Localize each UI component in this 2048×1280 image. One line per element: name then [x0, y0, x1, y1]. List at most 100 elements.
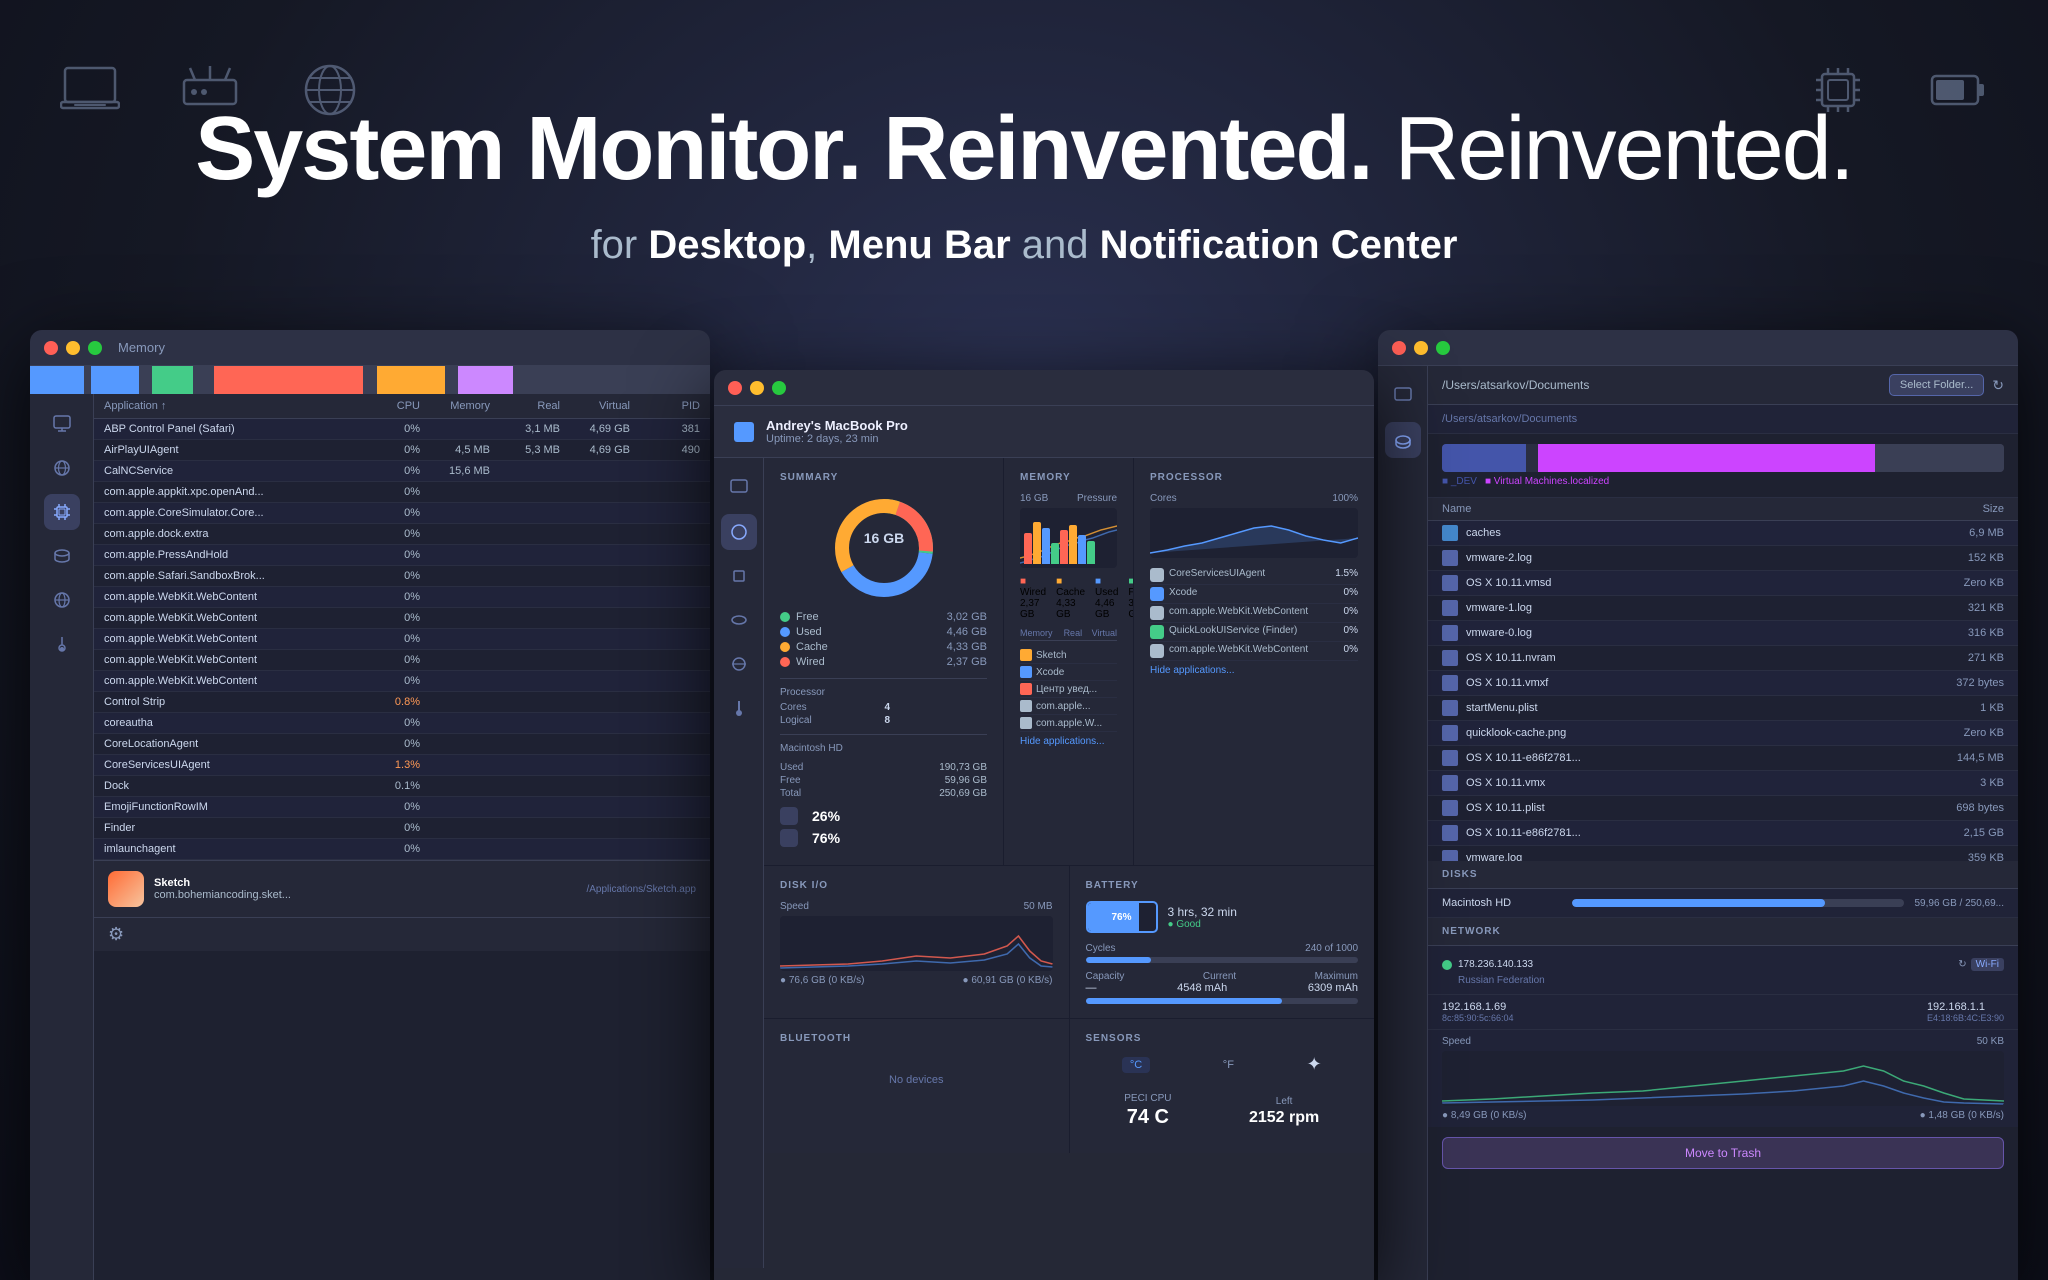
legend-wired: Wired 2,37 GB — [780, 656, 987, 668]
macbook-brand-icon — [734, 422, 754, 442]
file-row[interactable]: vmware-0.log 316 KB — [1428, 621, 2018, 646]
table-row[interactable]: Dock 0.1% — [94, 776, 710, 797]
table-row[interactable]: com.apple.WebKit.WebContent 0% — [94, 650, 710, 671]
file-row[interactable]: OS X 10.11-e86f2781... 144,5 MB — [1428, 746, 2018, 771]
dock-app-item[interactable]: Sketch com.bohemiancoding.sket... /Appli… — [94, 860, 710, 917]
sidebar-icon-network[interactable] — [44, 450, 80, 486]
mid-sidebar-globe[interactable] — [721, 514, 757, 550]
sidebar-icon-temp[interactable] — [44, 626, 80, 662]
file-row[interactable]: OS X 10.11.vmsd Zero KB — [1428, 571, 2018, 596]
process-name: CalNCService — [104, 465, 350, 477]
tl-minimize-right[interactable] — [1414, 341, 1428, 355]
dock-app-path: /Applications/Sketch.app — [586, 884, 696, 895]
table-row[interactable]: com.apple.PressAndHold 0% — [94, 545, 710, 566]
table-row[interactable]: com.apple.WebKit.WebContent 0% — [94, 587, 710, 608]
settings-bar: ⚙ — [94, 917, 710, 951]
right-sb-monitor[interactable] — [1385, 378, 1421, 414]
mid-sidebar-temp2[interactable] — [721, 690, 757, 726]
tl-close[interactable] — [44, 341, 58, 355]
proc-svg — [1150, 508, 1358, 558]
select-folder-btn[interactable]: Select Folder... — [1889, 374, 1984, 396]
table-row[interactable]: coreautha 0% — [94, 713, 710, 734]
hd-used-row: Used 190,73 GB — [780, 762, 987, 773]
refresh-icon[interactable]: ↻ — [1992, 377, 2004, 394]
tl-maximize-mid[interactable] — [772, 381, 786, 395]
tl-maximize[interactable] — [88, 341, 102, 355]
sidebar-icon-disk[interactable] — [44, 538, 80, 574]
right-sb-disk[interactable] — [1385, 422, 1421, 458]
summary-pcts: 26% 76% — [780, 807, 987, 847]
local-ip1-addr: 192.168.1.69 — [1442, 1001, 1514, 1013]
table-row[interactable]: com.apple.CoreSimulator.Core... 0% — [94, 503, 710, 524]
table-row[interactable]: com.apple.dock.extra 0% — [94, 524, 710, 545]
sidebar-icon-monitor[interactable] — [44, 406, 80, 442]
capacity-bar-wrap — [1086, 998, 1359, 1004]
unit-f-btn[interactable]: °F — [1223, 1059, 1234, 1071]
network-chart-section: Speed 50 KB ● 8,49 GB (0 KB/s) ● 1,48 GB… — [1428, 1030, 2018, 1127]
file-name: OS X 10.11.vmsd — [1466, 577, 1924, 589]
proc-row-icon — [1150, 568, 1164, 582]
move-to-trash-btn[interactable]: Move to Trash — [1442, 1137, 2004, 1169]
table-row[interactable]: Control Strip 0.8% — [94, 692, 710, 713]
network-refresh-icon[interactable]: ↻ — [1958, 959, 1966, 970]
unit-c-btn[interactable]: °C — [1122, 1057, 1150, 1073]
table-row[interactable]: com.apple.WebKit.WebContent 0% — [94, 608, 710, 629]
table-row[interactable]: imlaunchagent 0% — [94, 839, 710, 860]
tl-minimize-mid[interactable] — [750, 381, 764, 395]
sidebar-icon-globe[interactable] — [44, 582, 80, 618]
sensor-fan: Left 2152 rpm — [1249, 1096, 1319, 1127]
process-name: com.apple.WebKit.WebContent — [104, 612, 350, 624]
file-row[interactable]: OS X 10.11.plist 698 bytes — [1428, 796, 2018, 821]
file-row[interactable]: OS X 10.11.nvram 271 KB — [1428, 646, 2018, 671]
table-row[interactable]: CalNCService 0% 15,6 MB — [94, 461, 710, 482]
table-row[interactable]: com.apple.Safari.SandboxBrok... 0% — [94, 566, 710, 587]
legend-wired-label: Wired — [796, 656, 825, 668]
settings-icon[interactable]: ⚙ — [108, 924, 124, 944]
process-name: imlaunchagent — [104, 843, 350, 855]
table-row[interactable]: EmojiFunctionRowIM 0% — [94, 797, 710, 818]
mbar2 — [1033, 522, 1041, 564]
sidebar-icon-cpu[interactable] — [44, 494, 80, 530]
process-cpu: 0% — [350, 675, 420, 687]
file-row[interactable]: caches 6,9 MB — [1428, 521, 2018, 546]
file-row[interactable]: vmware-2.log 152 KB — [1428, 546, 2018, 571]
hide-memory-apps[interactable]: Hide applications... — [1020, 736, 1117, 747]
mid-sidebar-monitor[interactable] — [721, 470, 757, 506]
file-size: 1 KB — [1924, 702, 2004, 714]
table-row[interactable]: CoreLocationAgent 0% — [94, 734, 710, 755]
hide-proc-apps[interactable]: Hide applications... — [1150, 665, 1358, 676]
table-row[interactable]: AirPlayUIAgent 0% 4,5 MB 5,3 MB 4,69 GB … — [94, 440, 710, 461]
table-row[interactable]: com.apple.WebKit.WebContent 0% — [94, 671, 710, 692]
fan-icon: ✦ — [1307, 1054, 1322, 1075]
macbook-info: Andrey's MacBook Pro Uptime: 2 days, 23 … — [766, 418, 908, 445]
file-row[interactable]: OS X 10.11-e86f2781... 2,15 GB — [1428, 821, 2018, 846]
disk-io-card: DISK I/O Speed 50 MB ● 76,6 G — [764, 866, 1070, 1018]
process-virtual: 4,69 GB — [560, 423, 630, 435]
table-row[interactable]: Finder 0% — [94, 818, 710, 839]
dashboard-scroll[interactable]: SUMMARY — [764, 458, 1374, 1268]
file-icon — [1442, 825, 1458, 841]
file-icon — [1442, 575, 1458, 591]
file-row[interactable]: startMenu.plist 1 KB — [1428, 696, 2018, 721]
mid-sidebar-cpu2[interactable] — [721, 558, 757, 594]
tl-close-right[interactable] — [1392, 341, 1406, 355]
processor-summary: Processor Cores 4 Logical 8 — [780, 678, 987, 726]
table-row[interactable]: ABP Control Panel (Safari) 0% 3,1 MB 4,6… — [94, 419, 710, 440]
tl-close-mid[interactable] — [728, 381, 742, 395]
tl-minimize[interactable] — [66, 341, 80, 355]
file-row[interactable]: vmware-1.log 321 KB — [1428, 596, 2018, 621]
mem-app-list: Sketch 1,86 GB 1,16 GB 8,11 GB Xcode 766… — [1020, 647, 1117, 732]
mid-sidebar-disk2[interactable] — [721, 602, 757, 638]
table-row[interactable]: CoreServicesUIAgent 1.3% — [94, 755, 710, 776]
file-row[interactable]: quicklook-cache.png Zero KB — [1428, 721, 2018, 746]
mid-sidebar-globe2[interactable] — [721, 646, 757, 682]
tl-maximize-right[interactable] — [1436, 341, 1450, 355]
legend-wired-val: 2,37 GB — [947, 656, 987, 668]
capacity-label: Capacity — [1086, 971, 1125, 982]
file-size: 372 bytes — [1924, 677, 2004, 689]
table-row[interactable]: com.apple.WebKit.WebContent 0% — [94, 629, 710, 650]
table-row[interactable]: com.apple.appkit.xpc.openAnd... 0% — [94, 482, 710, 503]
file-row[interactable]: vmware.log 359 KB — [1428, 846, 2018, 861]
file-row[interactable]: OS X 10.11.vmxf 372 bytes — [1428, 671, 2018, 696]
file-row[interactable]: OS X 10.11.vmx 3 KB — [1428, 771, 2018, 796]
